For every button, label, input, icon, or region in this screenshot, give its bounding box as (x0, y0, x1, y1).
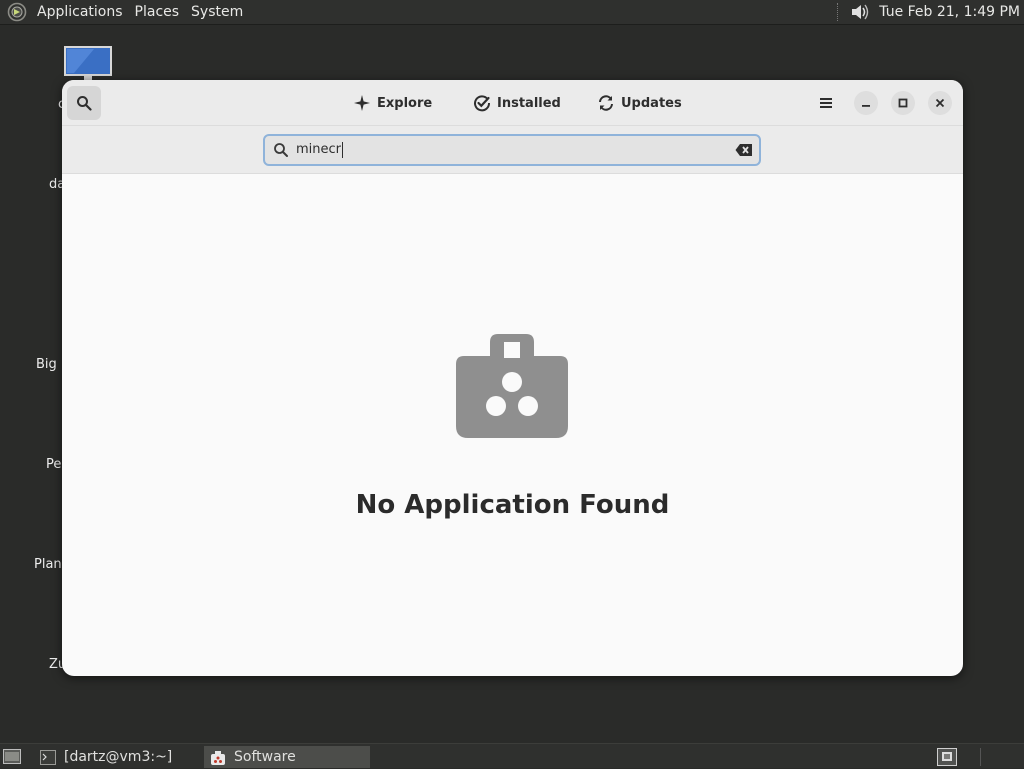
search-icon (77, 96, 92, 111)
search-input-value: minecr (296, 142, 344, 158)
main-menu-button[interactable] (811, 88, 841, 118)
search-bar: minecr (62, 126, 963, 174)
applications-menu[interactable]: Applications (31, 0, 129, 25)
tab-installed[interactable]: Installed (473, 91, 561, 115)
volume-icon[interactable] (849, 2, 871, 22)
maximize-icon (898, 98, 908, 108)
taskbar-item-software[interactable]: Software (204, 746, 370, 768)
search-icon (274, 143, 288, 157)
check-circle-icon (474, 95, 491, 112)
desktop-label[interactable]: Pe (46, 457, 61, 472)
close-button[interactable] (928, 91, 952, 115)
maximize-button[interactable] (891, 91, 915, 115)
tab-explore[interactable]: Explore (353, 91, 432, 115)
sparkle-icon (354, 95, 370, 111)
software-bag-icon (456, 334, 568, 438)
software-window: Explore Installed Updates minecr No Appl… (62, 80, 963, 676)
minimize-button[interactable] (854, 91, 878, 115)
tab-updates[interactable]: Updates (597, 91, 682, 115)
minimize-icon (862, 105, 870, 107)
desktop-label[interactable]: Plan (34, 557, 62, 572)
main-menu: Applications Places System (0, 0, 249, 24)
top-panel-tray: Tue Feb 21, 1:49 PM (837, 0, 1024, 24)
tab-installed-label: Installed (497, 95, 561, 111)
clock[interactable]: Tue Feb 21, 1:49 PM (879, 4, 1024, 20)
empty-state-title: No Application Found (355, 490, 670, 520)
search-toggle-button[interactable] (67, 86, 101, 120)
close-icon (935, 98, 945, 108)
clear-search-icon[interactable] (735, 143, 753, 157)
terminal-icon (40, 749, 56, 765)
taskbar-item-software-label: Software (234, 749, 296, 765)
workspace-switcher-1[interactable] (937, 748, 957, 766)
computer-desktop-icon[interactable] (64, 46, 112, 82)
distro-logo-icon[interactable] (7, 2, 27, 22)
tab-updates-label: Updates (621, 95, 682, 111)
workspace-switcher-2[interactable] (980, 748, 1000, 766)
system-menu[interactable]: System (185, 0, 249, 25)
panel-separator (837, 3, 839, 21)
hamburger-icon (820, 98, 832, 108)
taskbar-item-terminal-label: [dartz@vm3:~] (64, 749, 173, 765)
tab-explore-label: Explore (377, 95, 433, 111)
top-panel: Applications Places System Tue Feb 21, 1… (0, 0, 1024, 25)
header-bar: Explore Installed Updates (62, 80, 963, 126)
software-bag-icon (211, 750, 225, 765)
workspace-thumbnail-icon (942, 752, 952, 761)
places-menu[interactable]: Places (129, 0, 186, 25)
show-desktop-icon[interactable] (3, 749, 21, 764)
bottom-panel: [dartz@vm3:~] Software (0, 743, 1024, 768)
refresh-icon (599, 95, 613, 111)
search-input[interactable]: minecr (263, 134, 761, 166)
taskbar-item-terminal[interactable]: [dartz@vm3:~] (34, 746, 200, 768)
